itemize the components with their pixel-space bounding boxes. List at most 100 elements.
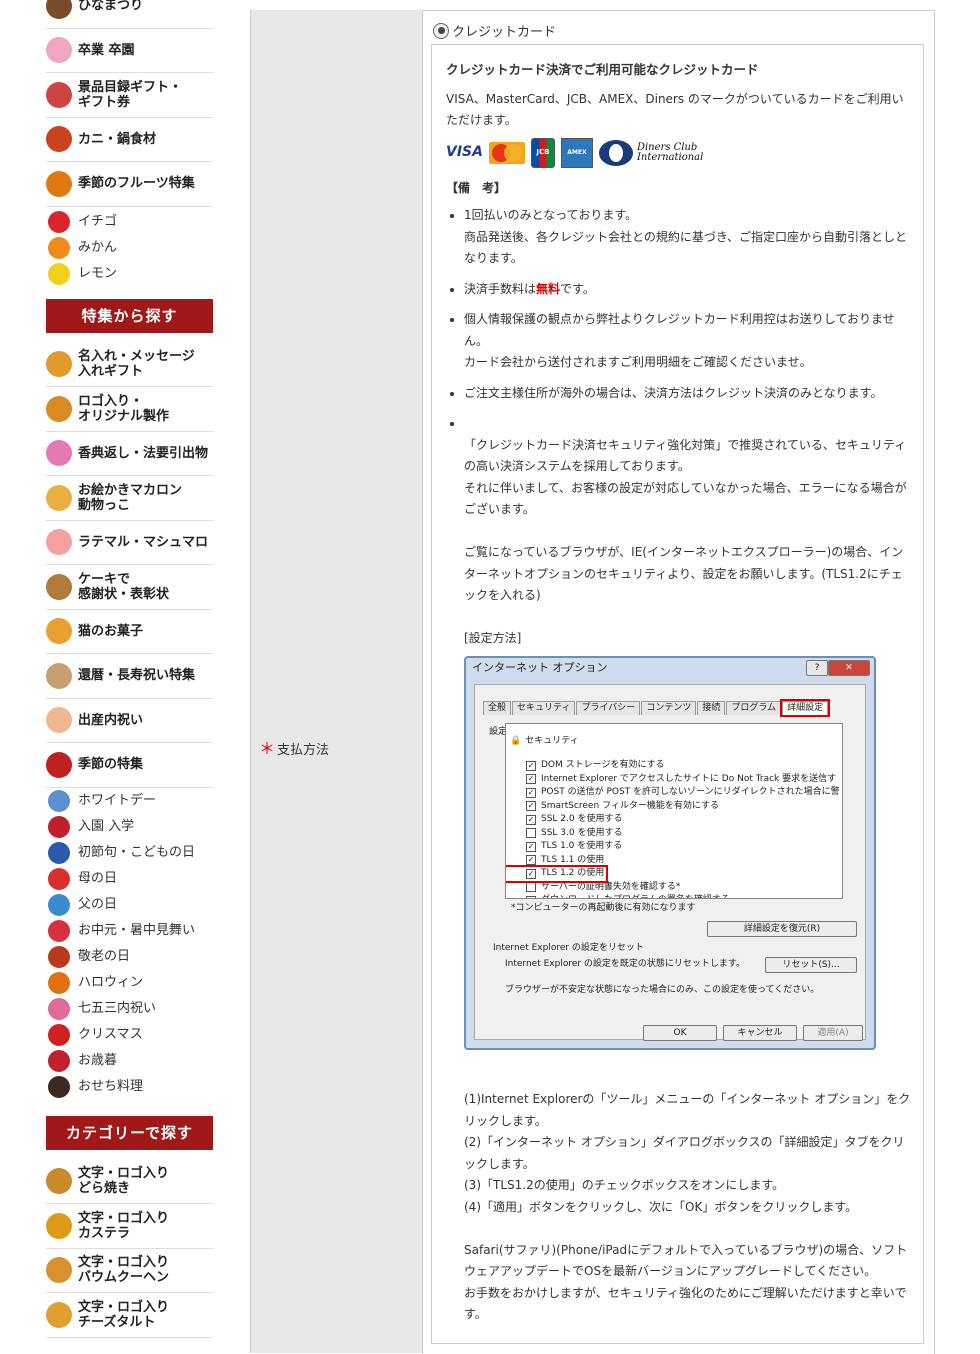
option-label: Internet Explorer でアクセスしたサイトに Do Not Tra… (541, 773, 837, 784)
sidebar-link-label: 卒業 卒園 (78, 42, 135, 58)
sidebar-link[interactable]: 名入れ・メッセージ 入れギフト (46, 343, 213, 387)
sidebar-link[interactable]: 敬老の日 (46, 944, 213, 970)
baby-icon (46, 707, 72, 734)
sidebar-link[interactable]: 文字・ロゴ入り バウムクーヘン (46, 1249, 213, 1293)
credit-card-radio-option[interactable]: クレジットカード (433, 21, 556, 40)
sidebar-link-label: クリスマス (78, 1027, 143, 1042)
lotus-icon (46, 440, 72, 467)
form-label-cell: ＊支払方法 (250, 10, 423, 1353)
reset-description: Internet Explorer の設定を既定の状態にリセットします。 (505, 958, 746, 969)
dialog-tab: 詳細設定 (780, 698, 831, 717)
close-icon: ✕ (828, 659, 870, 676)
sidebar-link[interactable]: 猫のお菓子 (46, 610, 213, 654)
maple-icon (48, 945, 70, 968)
lemon-icon (48, 262, 70, 285)
sidebar-link[interactable]: 季節の特集 (46, 743, 213, 788)
sidebar-link-label: 香典返し・法要引出物 (78, 445, 209, 461)
security-option: ✓ SSL 2.0 を使用する (506, 813, 842, 827)
dialog-window-buttons: ? ✕ (806, 659, 870, 676)
dialog-tab: 接続 (697, 700, 726, 715)
osechi-icon (48, 1075, 70, 1098)
sidebar-link[interactable]: お絵かきマカロン 動物っこ (46, 476, 213, 521)
pumpkin-icon (48, 971, 70, 994)
sidebar-link[interactable]: クリスマス (46, 1022, 213, 1048)
sidebar-link[interactable]: 文字・ロゴ入り カステラ (46, 1204, 213, 1249)
checkbox-icon: ✓ (526, 841, 536, 852)
sidebar-link[interactable]: ホワイトデー (46, 788, 213, 814)
sidebar-link[interactable]: 初節句・こどもの日 (46, 840, 213, 866)
sidebar-link[interactable]: 景品目録ギフト・ ギフト券 (46, 73, 213, 118)
ie-options-dialog-screenshot: インターネット オプション ? ✕ 全般 セキュリティ プライバシー コンテンツ 接続プ… (464, 655, 876, 1050)
apply-button: 適用(A) (803, 1024, 863, 1041)
payment-method-text: 支払方法 (277, 743, 330, 758)
sidebar-link[interactable]: ケーキで 感謝状・表彰状 (46, 565, 213, 610)
sidebar-link-label: 出産内祝い (78, 712, 144, 728)
card-info-description: VISA、MasterCard、JCB、AMEX、Diners のマークがついて… (446, 91, 904, 128)
sidebar-link[interactable]: 季節のフルーツ特集 (46, 162, 213, 207)
sidebar-link[interactable]: みかん (46, 235, 213, 261)
dialog-tab: コンテンツ (641, 700, 697, 715)
sidebar-link[interactable]: 父の日 (46, 892, 213, 918)
crab-icon (46, 126, 72, 153)
sidebar-link[interactable]: カニ・鍋食材 (46, 118, 213, 162)
sidebar-link[interactable]: 出産内祝い (46, 699, 213, 743)
dorayaki-icon (46, 1168, 72, 1195)
sidebar-link[interactable]: ひなまつり (46, 0, 213, 29)
sidebar-link[interactable]: イチゴ (46, 209, 213, 235)
sidebar-link[interactable]: お中元・暑中見舞い (46, 918, 213, 944)
hinamatsuri-icon (46, 0, 72, 19)
reset-button: リセット(S)... (765, 956, 857, 973)
dialog-tab: プログラム (726, 700, 782, 715)
section-label: セキュリティ (525, 735, 579, 746)
oseibo-icon (48, 1049, 70, 1072)
security-note: 「クレジットカード決済セキュリティ強化対策」で推奨されている、セキュリティの高い… (464, 437, 907, 646)
option-label: SmartScreen フィルター機能を有効にする (541, 800, 719, 811)
sidebar-link[interactable]: 七五三内祝い (46, 996, 213, 1022)
notes-heading: 【備 考】 (446, 180, 507, 195)
settings-list: 🔒 セキュリティ ✓ DOM ストレージを有効にする ✓ Internet Explor… (505, 722, 843, 899)
category-section-header: カテゴリーで探す (46, 1115, 213, 1150)
sidebar-link[interactable]: ハロウィン (46, 970, 213, 996)
checkbox-icon: ✓ (526, 895, 536, 898)
sidebar-link-label: 入園 入学 (78, 819, 135, 834)
season-kanji-icon (46, 751, 72, 778)
security-option: サーバーの証明書失効を確認する* (506, 881, 842, 895)
whiteday-icon (48, 789, 70, 812)
security-section-header: 🔒 セキュリティ (506, 735, 842, 749)
checkbox-icon: ✓ (526, 760, 536, 771)
sidebar-link-label: 季節の特集 (78, 757, 144, 773)
checkbox-icon: ✓ (526, 787, 536, 798)
note-item: 決済手数料は無料です。 (464, 279, 912, 301)
baumkuchen-icon (46, 1257, 72, 1284)
reset-note: ブラウザーが不安定な状態になった場合にのみ、この設定を使ってください。 (505, 984, 820, 995)
school-bag-icon (48, 815, 70, 838)
father-icon (48, 893, 70, 916)
diners-line2: International (636, 151, 704, 163)
credit-card-radio[interactable] (433, 22, 449, 39)
sidebar-link[interactable]: 母の日 (46, 866, 213, 892)
sidebar-link[interactable]: 卒業 卒園 (46, 29, 213, 73)
note-item: 「クレジットカード決済セキュリティ強化対策」で推奨されている、セキュリティの高い… (464, 413, 912, 1326)
fruit-icon (46, 170, 72, 197)
sidebar-link[interactable]: 香典返し・法要引出物 (46, 432, 213, 476)
security-option: ✓ POST の送信が POST を許可しないゾーンにリダイレクトされた場合に警 (506, 786, 842, 800)
sidebar-link[interactable]: 文字・ロゴ入り チーズタルト (46, 1293, 213, 1338)
option-label: SSL 3.0 を使用する (541, 827, 623, 838)
sidebar-link[interactable]: おせち料理 (46, 1074, 213, 1100)
sidebar-link[interactable]: お歳暮 (46, 1048, 213, 1074)
sidebar-link[interactable]: ラテマル・マシュマロ (46, 521, 213, 565)
cancel-button: キャンセル (723, 1024, 797, 1041)
note-fee-free: 無料 (536, 281, 561, 296)
credit-card-info-content: クレジットカード決済でご利用可能なクレジットカード VISA、MasterCar… (446, 59, 912, 1335)
sidebar-link[interactable]: 文字・ロゴ入り どら焼き (46, 1160, 213, 1204)
sidebar-link[interactable]: 入園 入学 (46, 814, 213, 840)
sidebar-link[interactable]: ロゴ入り・ オリジナル製作 (46, 387, 213, 432)
castella-icon (46, 1212, 72, 1239)
sidebar-link[interactable]: レモン (46, 261, 213, 287)
setup-steps: (1)Internet Explorerの「ツール」メニューの「インターネット … (464, 1092, 911, 1321)
sidebar-link-label: 文字・ロゴ入り バウムクーヘン (78, 1255, 170, 1286)
sidebar-link[interactable]: 還暦・長寿祝い特集 (46, 654, 213, 699)
sidebar-link-label: みかん (78, 240, 118, 255)
sidebar-link-label: 父の日 (78, 897, 118, 912)
carnation-icon (48, 867, 70, 890)
